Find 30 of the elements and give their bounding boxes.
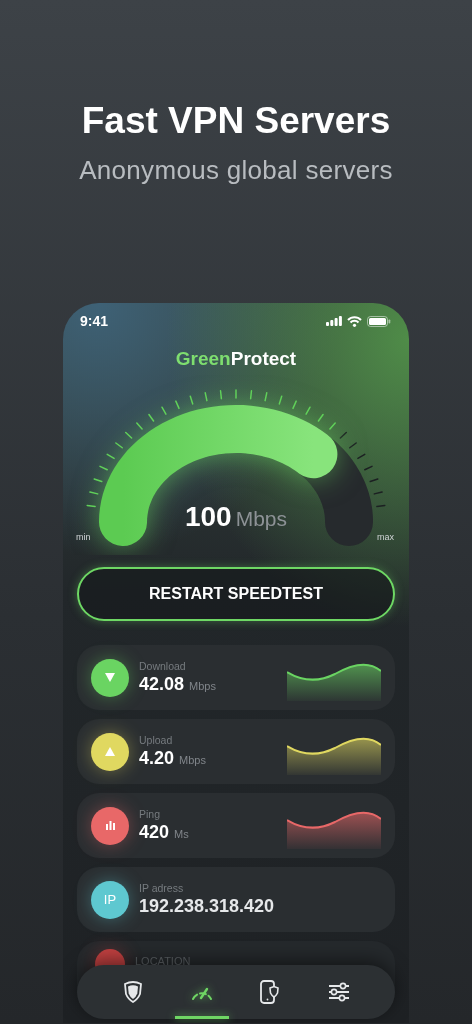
max-label: max [377, 532, 394, 542]
stat-value: 192.238.318.420 [139, 895, 275, 917]
down-arrow-icon [105, 673, 115, 682]
restart-button[interactable]: RESTART SPEEDTEST [77, 567, 395, 621]
stat-label: Download [139, 660, 187, 673]
signal-icon [326, 316, 342, 326]
wifi-icon [347, 315, 362, 327]
app-logo: GreenProtect [175, 347, 297, 371]
stat-label: IP adress [139, 882, 185, 895]
shield-icon [123, 981, 144, 1003]
battery-icon [367, 315, 391, 327]
stat-value: 420 [139, 821, 170, 843]
speed-value: 100 [184, 501, 232, 533]
bars-icon [105, 821, 115, 830]
subheadline: Anonymous global servers [79, 154, 393, 186]
phone-shield-icon [260, 980, 281, 1004]
settings-icon [327, 982, 350, 1002]
speed-unit: Mbps [235, 507, 288, 531]
stat-unit: Mbps [179, 754, 206, 766]
min-label: min [76, 532, 91, 542]
stat-unit: Mbps [189, 680, 216, 692]
status-time: 9:41 [80, 313, 109, 329]
headline: Fast VPN Servers [81, 99, 391, 143]
stat-value: 4.20 [139, 747, 175, 769]
stat-value: 42.08 [139, 673, 185, 695]
stat-label: Upload [139, 734, 174, 747]
stat-label: Ping [139, 808, 161, 821]
ip-label: IP [103, 892, 117, 907]
up-arrow-icon [105, 747, 115, 756]
stat-unit: Ms [174, 828, 189, 840]
